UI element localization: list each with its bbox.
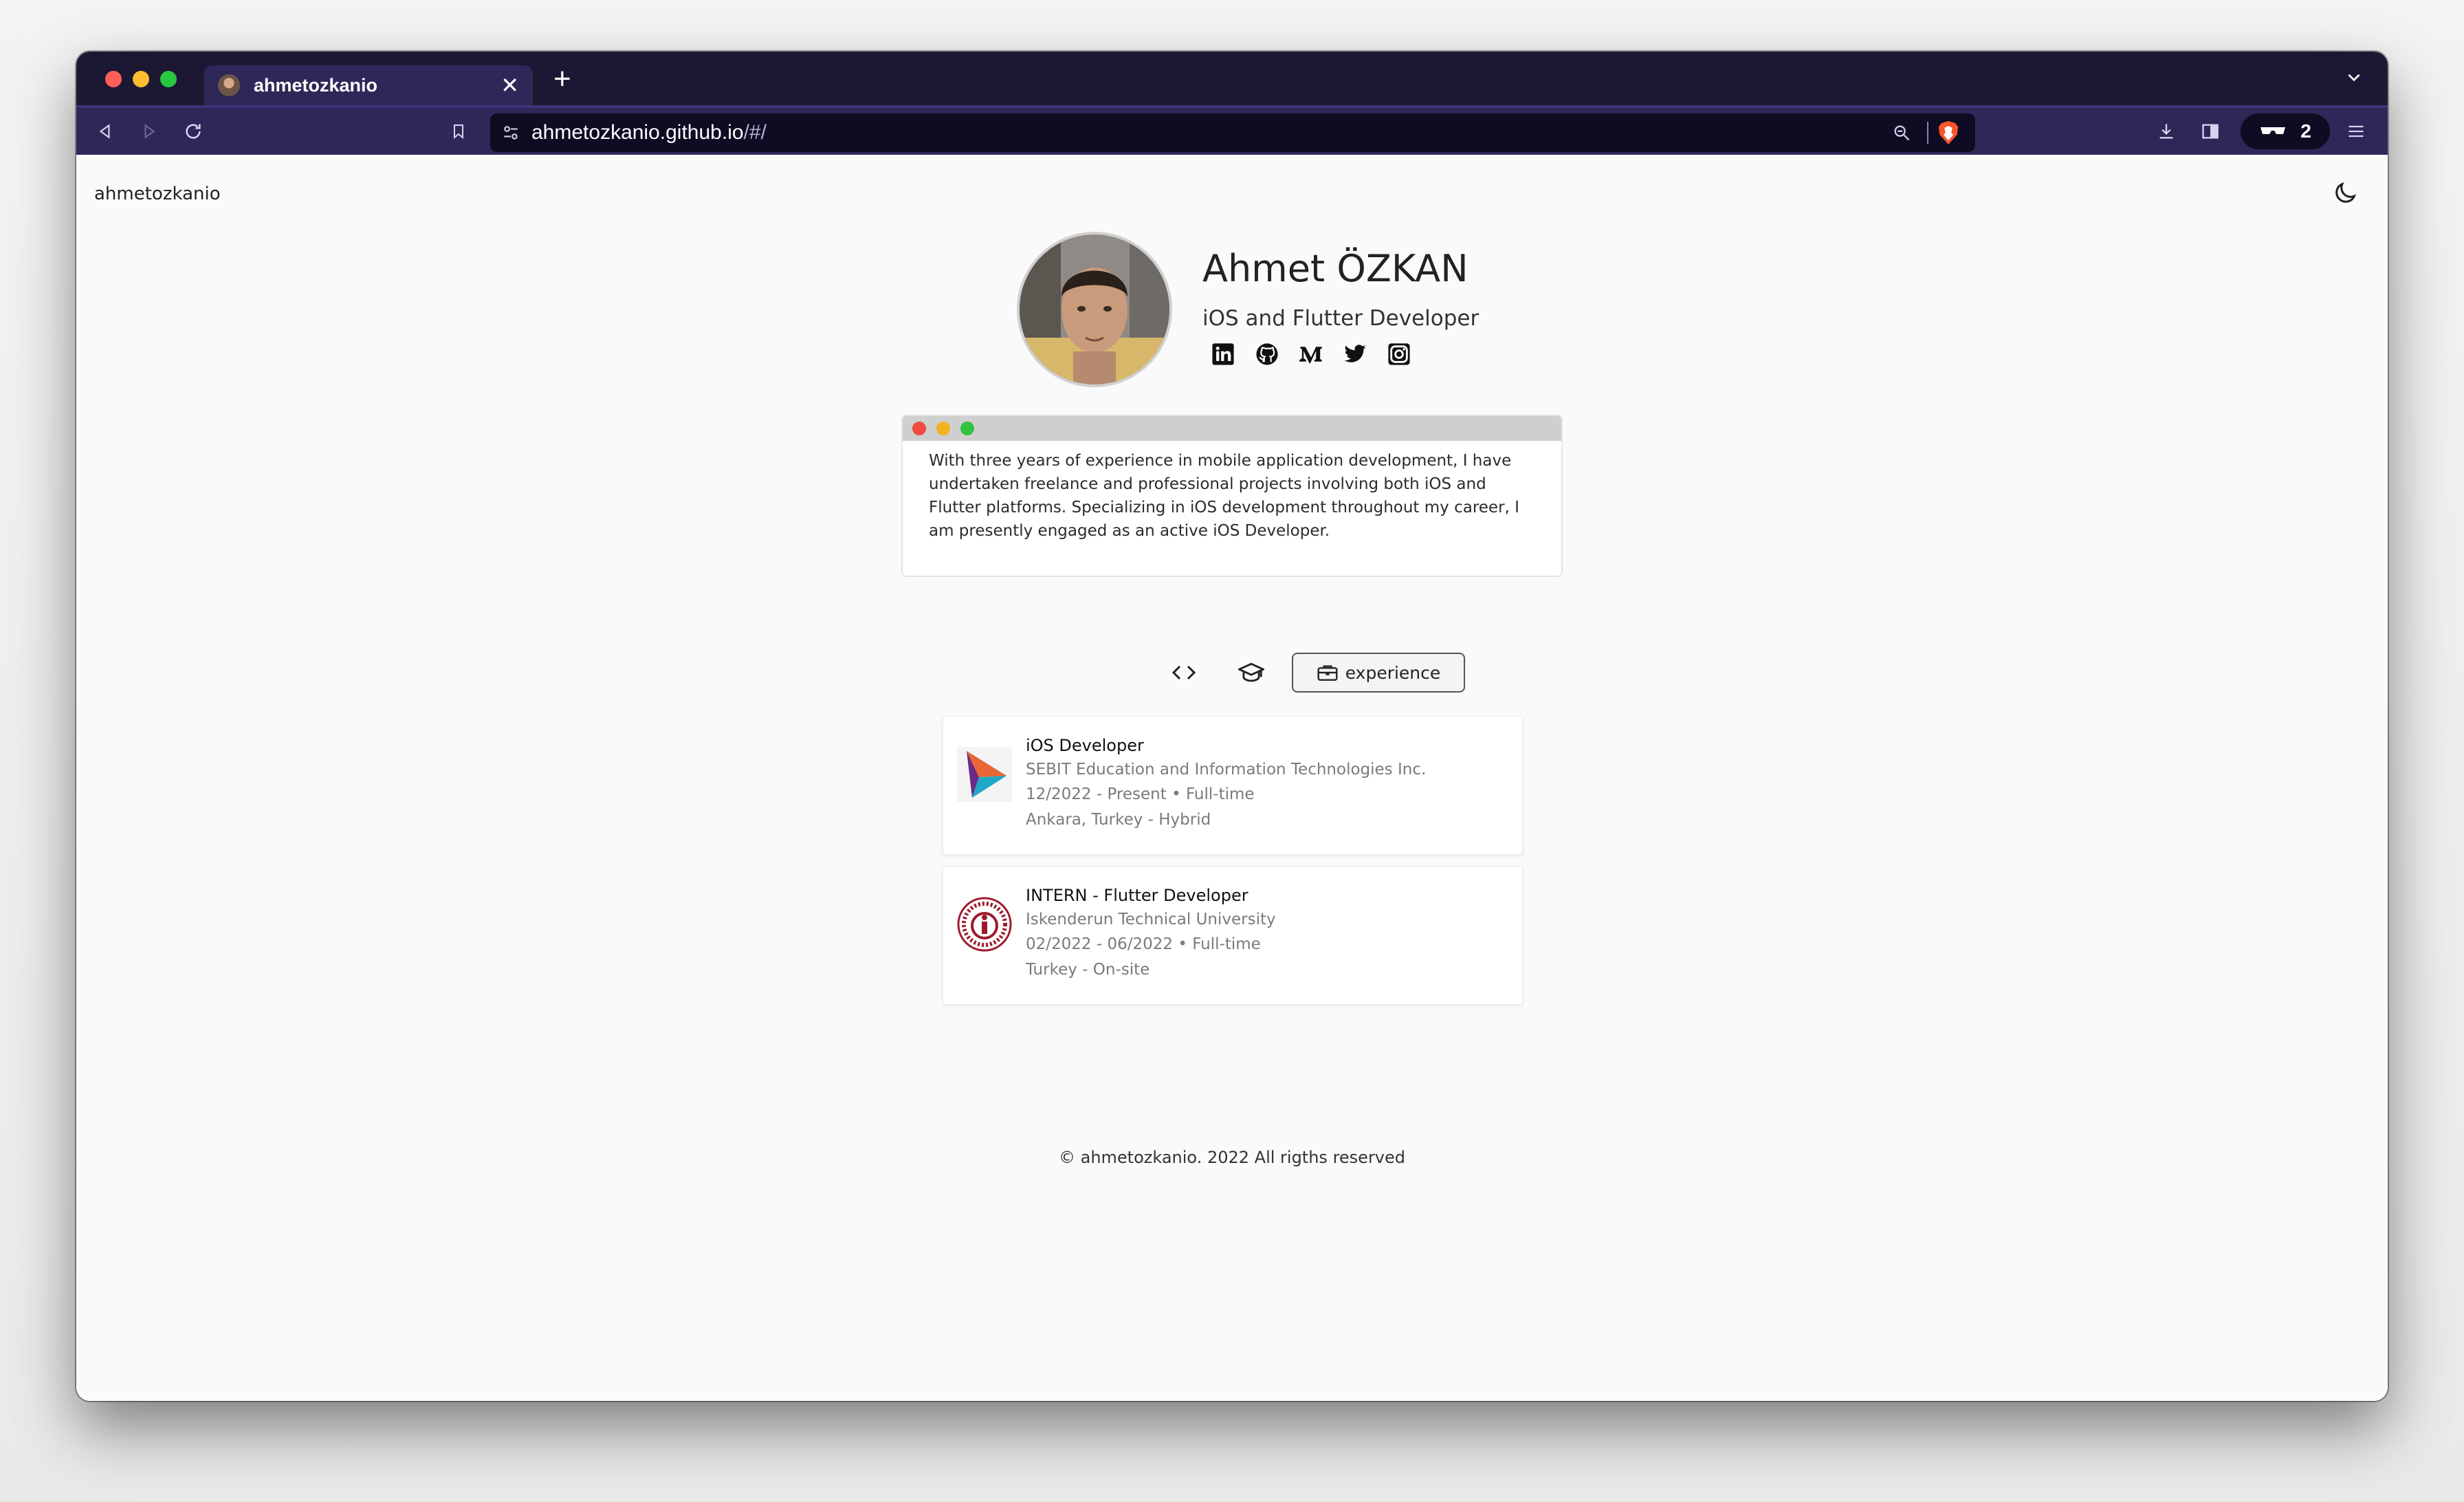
tab-projects[interactable] xyxy=(1167,653,1201,693)
experience-title: iOS Developer xyxy=(1026,736,1144,755)
experience-company: SEBIT Education and Information Technolo… xyxy=(1026,761,1427,779)
graduation-cap-icon xyxy=(1238,662,1264,682)
back-icon[interactable] xyxy=(90,116,120,146)
new-tab-button[interactable]: + xyxy=(553,64,571,94)
terminal-title-bar xyxy=(903,416,1561,441)
close-tab-icon[interactable]: ✕ xyxy=(500,74,519,96)
instagram-icon[interactable] xyxy=(1387,342,1411,367)
tab-education[interactable] xyxy=(1234,653,1268,693)
github-icon[interactable] xyxy=(1255,342,1279,367)
section-tabs: experience xyxy=(1087,653,1499,693)
tab-strip: ahmetozkanio ✕ + xyxy=(76,52,2388,105)
reload-icon[interactable] xyxy=(178,116,208,146)
tab-experience[interactable]: experience xyxy=(1292,653,1465,693)
url-host: ahmetozkanio.github.io xyxy=(531,121,744,144)
url-separator xyxy=(1927,122,1928,144)
site-settings-icon[interactable] xyxy=(490,124,531,142)
minimize-window-button[interactable] xyxy=(133,71,149,87)
experience-card: INTERN - Flutter Developer Iskenderun Te… xyxy=(943,866,1523,1005)
forward-icon[interactable] xyxy=(134,116,164,146)
profile-role: iOS and Flutter Developer xyxy=(1202,306,1480,331)
desktop-background: ahmetozkanio ✕ + ahmetozkanio.github.io/… xyxy=(0,0,2464,1502)
moon-icon[interactable] xyxy=(2331,179,2359,207)
profile-name: Ahmet ÖZKAN xyxy=(1202,247,1468,290)
experience-period: 12/2022 - Present • Full-time xyxy=(1026,785,1255,803)
linkedin-icon[interactable] xyxy=(1211,342,1235,367)
avatar xyxy=(1017,232,1172,387)
code-icon xyxy=(1172,665,1196,680)
tab-list-chevron-icon[interactable] xyxy=(2345,68,2363,91)
social-links xyxy=(1211,342,1411,367)
vpn-button[interactable]: 2 xyxy=(2241,113,2330,149)
url-path: /#/ xyxy=(743,121,767,144)
terminal-yellow-dot xyxy=(936,422,950,435)
twitter-icon[interactable] xyxy=(1343,342,1367,367)
brave-shields-icon[interactable] xyxy=(1937,120,1960,146)
favicon-icon xyxy=(218,74,240,96)
sidebar-icon[interactable] xyxy=(2195,116,2225,146)
close-window-button[interactable] xyxy=(105,71,122,87)
page-footer: © ahmetozkanio. 2022 All rigths reserved xyxy=(1058,1148,1406,1167)
about-text: With three years of experience in mobile… xyxy=(929,452,1519,540)
vpn-icon xyxy=(2260,127,2286,134)
vpn-count: 2 xyxy=(2300,120,2311,142)
zoom-icon[interactable] xyxy=(1884,123,1919,142)
experience-title: INTERN - Flutter Developer xyxy=(1026,886,1248,905)
tab-title: ahmetozkanio xyxy=(254,74,378,96)
download-icon[interactable] xyxy=(2151,116,2181,146)
experience-card: iOS Developer SEBIT Education and Inform… xyxy=(943,716,1523,855)
tab-experience-label: experience xyxy=(1345,662,1441,683)
web-page: ahmetozkanio Ahmet ÖZKAN iOS and Flutter… xyxy=(76,155,2388,1401)
zoom-window-button[interactable] xyxy=(160,71,177,87)
briefcase-icon xyxy=(1317,665,1338,681)
browser-toolbar: ahmetozkanio.github.io/#/ 2 xyxy=(76,105,2388,155)
terminal-green-dot xyxy=(960,422,974,435)
experience-company: Iskenderun Technical University xyxy=(1026,911,1276,928)
browser-window: ahmetozkanio ✕ + ahmetozkanio.github.io/… xyxy=(76,52,2388,1401)
address-bar[interactable]: ahmetozkanio.github.io/#/ xyxy=(490,113,1975,152)
medium-icon[interactable] xyxy=(1299,342,1323,367)
url-text[interactable]: ahmetozkanio.github.io/#/ xyxy=(531,121,1884,144)
about-terminal-card: With three years of experience in mobile… xyxy=(901,415,1563,577)
experience-location: Ankara, Turkey - Hybrid xyxy=(1026,811,1211,829)
browser-tab[interactable]: ahmetozkanio ✕ xyxy=(204,65,533,105)
iste-university-seal-icon xyxy=(957,897,1012,952)
menu-icon[interactable] xyxy=(2341,116,2371,146)
experience-period: 02/2022 - 06/2022 • Full-time xyxy=(1026,935,1261,953)
site-brand-link[interactable]: ahmetozkanio xyxy=(94,184,221,204)
terminal-red-dot xyxy=(912,422,926,435)
experience-location: Turkey - On-site xyxy=(1026,961,1150,979)
sebit-logo-icon xyxy=(957,747,1012,802)
bookmark-icon[interactable] xyxy=(443,116,474,146)
